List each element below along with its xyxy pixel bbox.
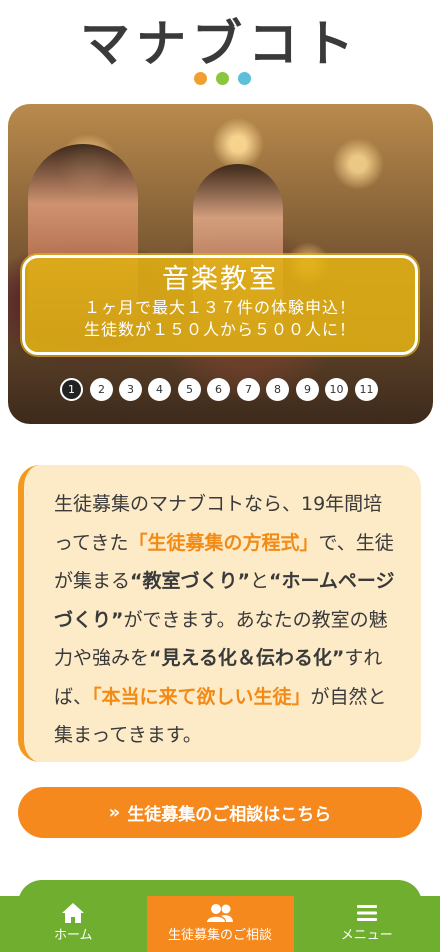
intro-bold-classroom: “教室づくり” [130, 570, 250, 592]
nav-consultation-label: 生徒募集のご相談 [167, 928, 272, 943]
nav-home-label: ホーム [53, 928, 93, 943]
logo-text: マナブコト [80, 15, 360, 73]
slider-dot-11[interactable]: 11 [355, 378, 378, 401]
slider-dot-7[interactable]: 7 [237, 378, 260, 401]
slider-dot-1[interactable]: 1 [60, 378, 83, 401]
slider-dot-9[interactable]: 9 [296, 378, 319, 401]
intro-bold-visualize: “見える化＆伝わる化” [149, 647, 345, 669]
hero-line-1: １ヶ月で最大１３７件の体験申込！ [83, 298, 356, 317]
intro-highlight-students: 「本当に来て欲しい生徒」 [92, 685, 311, 708]
nav-home[interactable]: ホーム [0, 896, 147, 952]
nav-menu[interactable]: メニュー [294, 896, 440, 952]
hero-slider[interactable]: 音楽教室 １ヶ月で最大１３７件の体験申込！ 生徒数が１５０人から５００人に！ 1… [8, 104, 433, 424]
intro-highlight-formula: 「生徒募集の方程式」 [128, 531, 319, 554]
cta-label: 生徒募集のご相談はこちら [127, 805, 332, 825]
nav-menu-label: メニュー [340, 928, 393, 943]
logo-dot-orange [194, 72, 207, 85]
double-chevron-right-icon: » [108, 802, 121, 823]
hamburger-menu-icon [294, 900, 440, 926]
consultation-cta-button[interactable]: » 生徒募集のご相談はこちら [18, 787, 422, 838]
site-logo[interactable]: マナブコト [0, 14, 440, 74]
intro-card: 生徒募集のマナブコトなら、19年間培ってきた「生徒募集の方程式」で、生徒が集まる… [18, 465, 421, 762]
slider-dot-4[interactable]: 4 [148, 378, 171, 401]
bottom-nav: ホーム 生徒募集のご相談 メニュー [0, 896, 440, 952]
slider-dot-10[interactable]: 10 [325, 378, 348, 401]
slider-dot-8[interactable]: 8 [266, 378, 289, 401]
hero-line-2: 生徒数が１５０人から５００人に！ [83, 320, 356, 339]
nav-consultation[interactable]: 生徒募集のご相談 [146, 896, 294, 952]
slider-dot-6[interactable]: 6 [207, 378, 230, 401]
logo-dot-green [216, 72, 229, 85]
hero-caption-panel: 音楽教室 １ヶ月で最大１３７件の体験申込！ 生徒数が１５０人から５００人に！ [22, 255, 418, 355]
slider-dot-3[interactable]: 3 [119, 378, 142, 401]
slider-dot-5[interactable]: 5 [178, 378, 201, 401]
intro-text-3: と [250, 570, 270, 592]
logo-dot-blue [238, 72, 251, 85]
users-icon [147, 900, 294, 926]
home-icon [0, 900, 147, 926]
hero-title: 音楽教室 [162, 264, 278, 295]
slider-dot-2[interactable]: 2 [90, 378, 113, 401]
